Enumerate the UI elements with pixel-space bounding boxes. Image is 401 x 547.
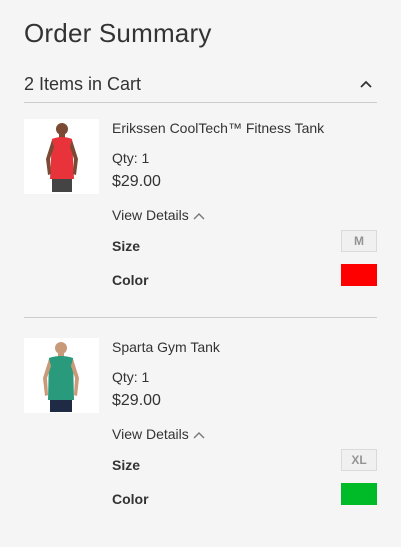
color-swatch: [341, 483, 377, 505]
view-details-label: View Details: [112, 426, 189, 442]
product-thumbnail: [24, 338, 99, 413]
view-details-label: View Details: [112, 207, 189, 223]
divider: [24, 317, 377, 318]
product-qty: Qty: 1: [112, 369, 150, 385]
product-price: $29.00: [112, 173, 161, 190]
cart-item: Sparta Gym Tank Qty: 1 $29.00 View Detai…: [24, 338, 377, 518]
order-summary-title: Order Summary: [24, 18, 212, 48]
color-label: Color: [112, 491, 149, 507]
items-in-cart-count: 2 Items in Cart: [24, 73, 142, 94]
product-thumbnail: [24, 119, 99, 194]
product-name[interactable]: Sparta Gym Tank: [112, 339, 220, 355]
size-swatch: XL: [341, 449, 377, 471]
chevron-up-icon: [193, 207, 205, 223]
color-swatch: [341, 264, 377, 286]
view-details-toggle[interactable]: View Details: [112, 207, 205, 223]
size-swatch: M: [341, 230, 377, 252]
size-label: Size: [112, 238, 141, 254]
color-label: Color: [112, 272, 149, 288]
view-details-toggle[interactable]: View Details: [112, 426, 205, 442]
chevron-up-icon: [357, 75, 375, 93]
chevron-up-icon: [193, 426, 205, 442]
tank-top-shape: [50, 137, 74, 179]
product-qty: Qty: 1: [112, 150, 150, 166]
cart-item: Erikssen CoolTech™ Fitness Tank Qty: 1 $…: [24, 119, 377, 299]
divider: [24, 102, 377, 103]
tank-top-shape: [48, 356, 74, 400]
size-label: Size: [112, 457, 141, 473]
product-price: $29.00: [112, 392, 161, 409]
cart-items-toggle[interactable]: 2 Items in Cart: [24, 66, 377, 102]
product-name[interactable]: Erikssen CoolTech™ Fitness Tank: [112, 120, 324, 136]
